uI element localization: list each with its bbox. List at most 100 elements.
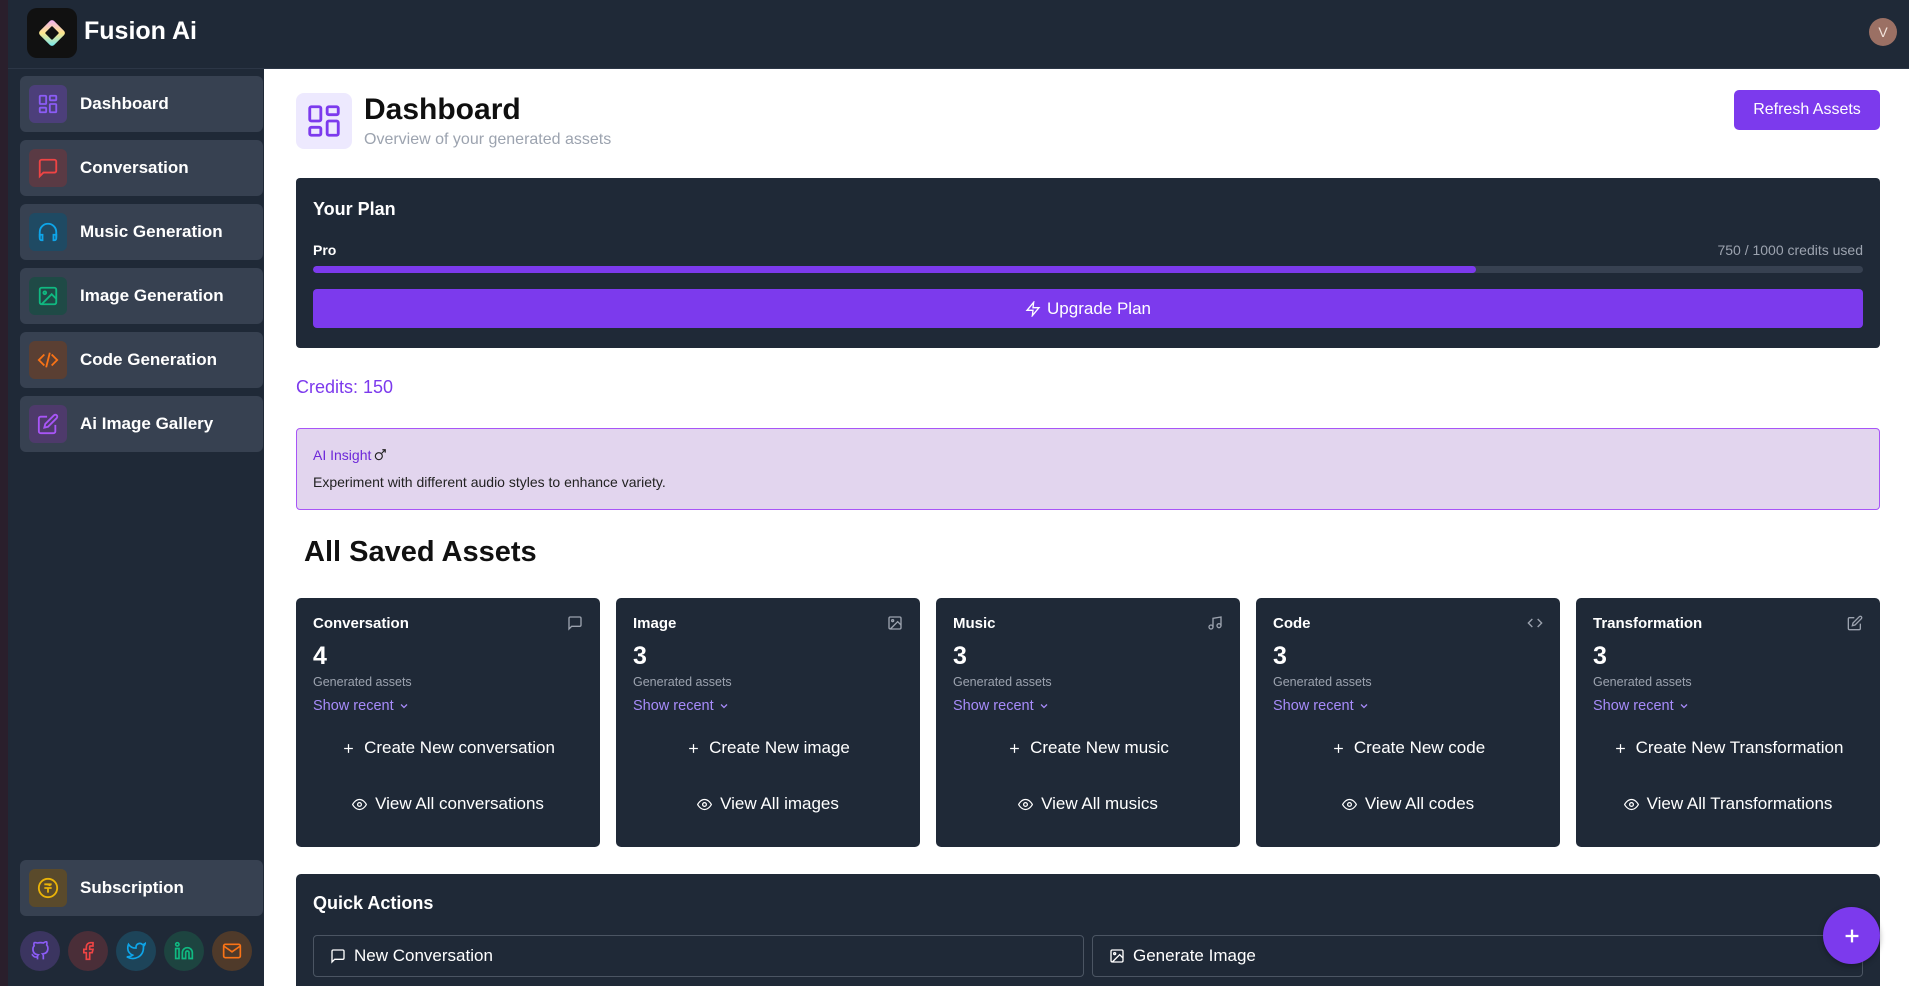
- show-recent-label: Show recent: [953, 698, 1034, 714]
- github-icon[interactable]: [20, 931, 60, 971]
- app-title: Fusion Ai: [84, 17, 197, 45]
- image-icon: [888, 616, 902, 630]
- view-all-label: View All Transformations: [1646, 794, 1833, 813]
- sidebar-item-label: Dashboard: [80, 94, 169, 113]
- plan-name: Pro: [313, 242, 337, 258]
- quick-actions-card: Quick Actions New Conversation Generate …: [296, 874, 1880, 986]
- message-icon: [568, 616, 582, 631]
- create-new-label: Create New Transformation: [1635, 738, 1844, 757]
- sidebar-item-label: Music Generation: [80, 222, 223, 241]
- plan-card: Your Plan Pro 750 / 1000 credits used Up…: [296, 178, 1880, 348]
- plan-usage: 750 / 1000 credits used: [1717, 242, 1863, 258]
- view-all-label: View All images: [720, 794, 839, 813]
- assets-heading: All Saved Assets: [304, 536, 537, 568]
- create-new-button[interactable]: Create New code: [1256, 738, 1560, 758]
- asset-subtitle: Generated assets: [1273, 675, 1372, 689]
- create-new-button[interactable]: Create New image: [616, 738, 920, 758]
- eye-icon: [352, 798, 368, 810]
- sidebar-item-label: Conversation: [80, 158, 189, 177]
- sidebar-item-image-generation[interactable]: Image Generation: [20, 268, 263, 324]
- sidebar-item-ai-image-gallery[interactable]: Ai Image Gallery: [20, 396, 263, 452]
- code-icon: [1527, 618, 1543, 628]
- image-icon: [29, 277, 67, 315]
- asset-card-conversation: Conversation 4 Generated assets Show rec…: [296, 598, 600, 847]
- asset-count: 3: [1273, 642, 1287, 670]
- show-recent-label: Show recent: [1273, 698, 1354, 714]
- create-new-button[interactable]: Create New music: [936, 738, 1240, 758]
- plus-icon: [1010, 743, 1019, 753]
- show-recent-toggle[interactable]: Show recent: [1273, 698, 1370, 714]
- show-recent-label: Show recent: [313, 698, 394, 714]
- refresh-assets-button[interactable]: Refresh Assets: [1734, 90, 1880, 130]
- show-recent-toggle[interactable]: Show recent: [633, 698, 730, 714]
- sidebar-item-music-generation[interactable]: Music Generation: [20, 204, 263, 260]
- insight-title: AI Insight: [313, 447, 387, 463]
- main-content: Dashboard Overview of your generated ass…: [264, 69, 1909, 986]
- asset-title: Code: [1273, 615, 1311, 632]
- sidebar-item-code-generation[interactable]: Code Generation: [20, 332, 263, 388]
- create-new-label: Create New code: [1353, 738, 1486, 757]
- edit-icon: [29, 405, 67, 443]
- asset-title: Image: [633, 615, 677, 632]
- new-conversation-button[interactable]: New Conversation: [313, 935, 1084, 977]
- asset-card-transformation: Transformation 3 Generated assets Show r…: [1576, 598, 1880, 847]
- social-links: [20, 931, 252, 971]
- asset-count: 4: [313, 642, 327, 670]
- floating-add-button[interactable]: [1823, 907, 1880, 964]
- eye-icon: [1341, 798, 1357, 810]
- sidebar-item-conversation[interactable]: Conversation: [20, 140, 263, 196]
- sparkle-icon: [375, 449, 387, 461]
- window-edge: [0, 0, 8, 986]
- coin-icon: [29, 869, 67, 907]
- create-new-label: Create New conversation: [364, 738, 555, 757]
- dashboard-icon: [296, 93, 352, 149]
- mail-icon[interactable]: [212, 931, 252, 971]
- credits-progress-fill: [313, 266, 1476, 273]
- zap-icon: [1025, 300, 1041, 317]
- plan-title: Your Plan: [313, 199, 396, 219]
- view-all-button[interactable]: View All conversations: [296, 794, 600, 814]
- generate-image-label: Generate Image: [1133, 946, 1256, 965]
- chevron-down-icon: [720, 704, 728, 709]
- page-subtitle: Overview of your generated assets: [364, 131, 612, 148]
- sidebar: Dashboard Conversation Music Generation …: [8, 69, 264, 986]
- sidebar-item-subscription[interactable]: Subscription: [20, 860, 263, 916]
- view-all-button[interactable]: View All Transformations: [1576, 794, 1880, 814]
- quick-actions-title: Quick Actions: [313, 893, 434, 913]
- create-new-button[interactable]: Create New conversation: [296, 738, 600, 758]
- sidebar-item-label: Ai Image Gallery: [80, 414, 214, 433]
- show-recent-label: Show recent: [1593, 698, 1674, 714]
- code-icon: [29, 341, 67, 379]
- chevron-down-icon: [1360, 704, 1368, 709]
- create-new-label: Create New music: [1030, 738, 1169, 757]
- generate-image-button[interactable]: Generate Image: [1092, 935, 1863, 977]
- sidebar-item-label: Subscription: [80, 878, 184, 897]
- upgrade-plan-button[interactable]: Upgrade Plan: [313, 289, 1863, 328]
- show-recent-toggle[interactable]: Show recent: [313, 698, 410, 714]
- view-all-label: View All codes: [1364, 794, 1475, 813]
- page-title: Dashboard: [364, 93, 521, 126]
- view-all-button[interactable]: View All musics: [936, 794, 1240, 814]
- create-new-button[interactable]: Create New Transformation: [1576, 738, 1880, 758]
- asset-subtitle: Generated assets: [953, 675, 1052, 689]
- show-recent-toggle[interactable]: Show recent: [1593, 698, 1690, 714]
- top-bar: Fusion Ai V: [8, 0, 1909, 69]
- facebook-icon[interactable]: [68, 931, 108, 971]
- view-all-button[interactable]: View All images: [616, 794, 920, 814]
- chevron-down-icon: [1040, 704, 1048, 709]
- view-all-label: View All conversations: [375, 794, 544, 813]
- plus-icon: [344, 743, 353, 753]
- twitter-icon[interactable]: [116, 931, 156, 971]
- sidebar-item-dashboard[interactable]: Dashboard: [20, 76, 263, 132]
- music-icon: [1208, 616, 1222, 630]
- asset-card-image: Image 3 Generated assets Show recent Cre…: [616, 598, 920, 847]
- chevron-down-icon: [400, 704, 408, 709]
- show-recent-toggle[interactable]: Show recent: [953, 698, 1050, 714]
- asset-subtitle: Generated assets: [313, 675, 412, 689]
- asset-count: 3: [1593, 642, 1607, 670]
- user-avatar[interactable]: V: [1869, 18, 1897, 46]
- linkedin-icon[interactable]: [164, 931, 204, 971]
- view-all-button[interactable]: View All codes: [1256, 794, 1560, 814]
- app-logo[interactable]: [27, 8, 77, 58]
- credits-progress-bar: [313, 266, 1863, 273]
